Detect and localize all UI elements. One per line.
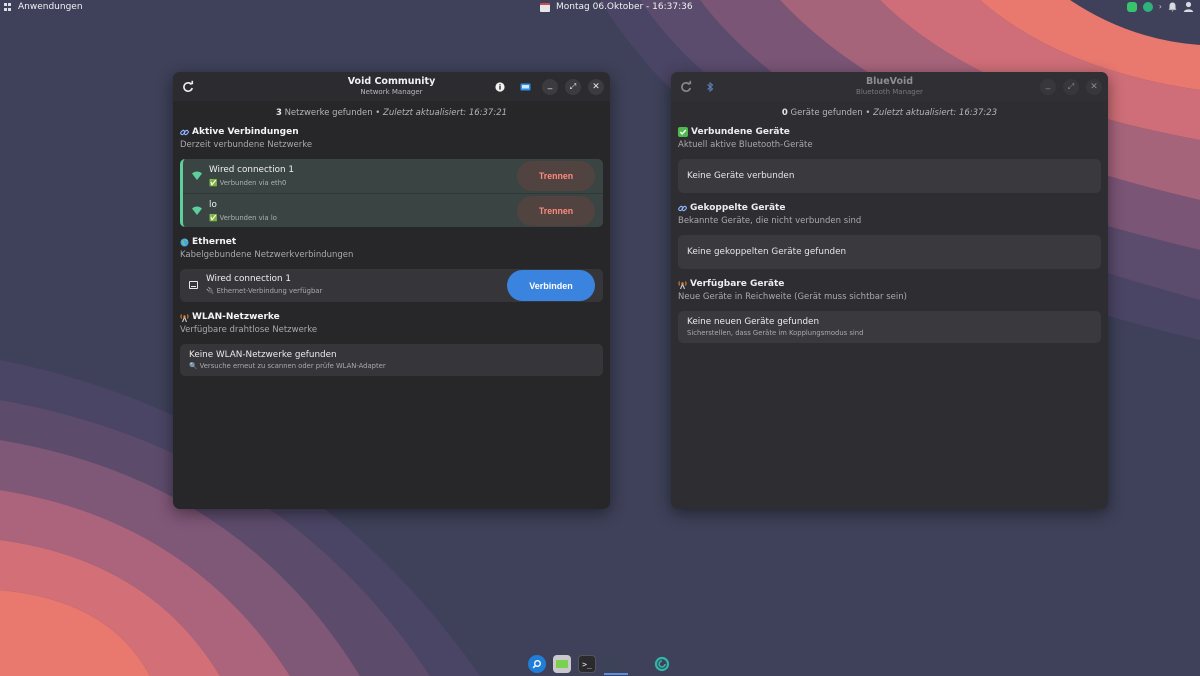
last-updated: Zuletzt aktualisiert: 16:37:21: [383, 108, 508, 118]
minimize-icon: _: [1045, 80, 1051, 90]
ethernet-port-icon: [189, 281, 198, 289]
minimize-button[interactable]: _: [542, 79, 558, 95]
available-devices-empty: Keine neuen Geräte gefunden Sicherstelle…: [678, 311, 1101, 343]
antenna-icon: [678, 280, 687, 289]
empty-dock-slot: [628, 655, 646, 673]
active-connections-heading: Aktive Verbindungen: [180, 126, 603, 138]
wifi-icon: [192, 206, 202, 215]
terminal-icon[interactable]: >_: [578, 655, 596, 673]
disconnect-button[interactable]: Trennen: [517, 196, 595, 226]
connected-devices-heading: Verbundene Geräte: [678, 126, 1101, 138]
ethernet-title: Ethernet: [192, 237, 237, 247]
info-icon[interactable]: [492, 79, 508, 95]
ethernet-list: Wired connection 1 🔌 Ethernet-Verbindung…: [180, 269, 603, 302]
maximize-icon: ⤢: [1067, 82, 1075, 91]
update-tray-icon[interactable]: [1142, 1, 1153, 12]
active-connections-title: Aktive Verbindungen: [192, 127, 299, 137]
bluetooth-manager-window: BlueVoid Bluetooth Manager _ ⤢ ✕ 0 Gerät…: [671, 72, 1108, 509]
wifi-icon: [192, 171, 202, 180]
ethernet-detail: 🔌 Ethernet-Verbindung verfügbar: [206, 287, 323, 295]
search-app-icon[interactable]: [528, 655, 546, 673]
ethernet-row: Wired connection 1 🔌 Ethernet-Verbindung…: [180, 269, 603, 302]
active-connections-list: Wired connection 1 ✅ Verbunden via eth0 …: [180, 159, 603, 227]
applications-menu-label: Anwendungen: [18, 2, 83, 12]
bluetooth-status-line: 0 Geräte gefunden • Zuletzt aktualisiert…: [678, 108, 1101, 120]
calendar-icon: [540, 2, 550, 12]
connected-devices-subtitle: Aktuell aktive Bluetooth-Geräte: [678, 140, 813, 150]
wlan-subtitle: Verfügbare drahtlose Netzwerke: [180, 325, 318, 335]
void-app-icon[interactable]: [653, 655, 671, 673]
close-icon: ✕: [1090, 82, 1098, 92]
connection-detail: ✅ Verbunden via eth0: [209, 179, 287, 187]
disconnect-button[interactable]: Trennen: [517, 161, 595, 191]
clock[interactable]: Montag 06.Oktober - 16:37:36: [540, 2, 693, 12]
dock: >_: [528, 654, 671, 674]
paired-devices-empty: Keine gekoppelten Geräte gefunden: [678, 235, 1101, 269]
maximize-icon: ⤢: [569, 82, 577, 91]
connect-button[interactable]: Verbinden: [507, 270, 595, 301]
paired-devices-heading: Gekoppelte Geräte: [678, 202, 1101, 214]
bell-icon[interactable]: [1168, 2, 1177, 12]
antenna-icon: [180, 313, 189, 322]
device-count: 0: [781, 108, 788, 118]
network-status-line: 3 Netzwerke gefunden • Zuletzt aktualisi…: [180, 108, 603, 120]
available-empty-hint: Sicherstellen, dass Geräte im Kopplungsm…: [687, 329, 864, 337]
wlan-empty-message: Keine WLAN-Netzwerke gefunden: [189, 350, 337, 360]
chevron-right-icon[interactable]: ›: [1159, 2, 1162, 11]
active-connection-row: lo ✅ Verbunden via lo Trennen: [183, 193, 603, 227]
paired-devices-subtitle: Bekannte Geräte, die nicht verbunden sin…: [678, 216, 862, 226]
available-devices-heading: Verfügbare Geräte: [678, 278, 1101, 290]
last-updated: Zuletzt aktualisiert: 16:37:23: [873, 108, 998, 118]
user-icon[interactable]: [1183, 1, 1194, 12]
network-count: 3: [275, 108, 282, 118]
link-icon: [678, 205, 687, 211]
system-tray: ›: [1126, 1, 1194, 12]
wlan-empty-hint: 🔍 Versuche erneut zu scannen oder prüfe …: [189, 362, 386, 370]
connection-name: lo: [209, 200, 217, 210]
connection-detail: ✅ Verbunden via lo: [209, 214, 277, 222]
available-empty-message: Keine neuen Geräte gefunden: [687, 317, 820, 327]
clock-label: Montag 06.Oktober - 16:37:36: [556, 2, 693, 12]
ethernet-subtitle: Kabelgebundene Netzwerkverbindungen: [180, 250, 354, 260]
app-grid-icon: [4, 3, 12, 11]
ethernet-heading: Ethernet: [180, 236, 603, 248]
network-titlebar[interactable]: Void Community Network Manager _ ⤢ ✕: [173, 72, 610, 101]
maximize-button[interactable]: ⤢: [565, 79, 581, 95]
link-icon: [180, 129, 189, 135]
ethernet-name: Wired connection 1: [206, 274, 292, 284]
wlan-empty-state: Keine WLAN-Netzwerke gefunden 🔍 Versuche…: [180, 344, 603, 376]
check-icon: [678, 127, 688, 137]
close-button[interactable]: ✕: [588, 79, 604, 95]
network-tray-icon[interactable]: [1126, 1, 1137, 12]
minimize-button[interactable]: _: [1040, 79, 1056, 95]
applications-menu[interactable]: Anwendungen: [4, 2, 83, 12]
network-found-text: Netzwerke gefunden: [284, 108, 373, 118]
minimize-icon: _: [547, 80, 553, 90]
globe-icon: [180, 238, 189, 246]
status-separator: •: [865, 108, 871, 118]
wlan-heading: WLAN-Netzwerke: [180, 311, 603, 323]
close-icon: ✕: [592, 82, 600, 92]
network-status-icon[interactable]: [517, 79, 533, 95]
file-manager-icon[interactable]: [553, 655, 571, 673]
top-panel: Anwendungen Montag 06.Oktober - 16:37:36…: [0, 0, 1200, 14]
available-devices-subtitle: Neue Geräte in Reichweite (Gerät muss si…: [678, 292, 907, 302]
maximize-button[interactable]: ⤢: [1063, 79, 1079, 95]
active-connection-row: Wired connection 1 ✅ Verbunden via eth0 …: [183, 159, 603, 193]
device-found-text: Geräte gefunden: [790, 108, 863, 118]
connection-name: Wired connection 1: [209, 165, 295, 175]
network-manager-window: Void Community Network Manager _ ⤢ ✕ 3 N…: [173, 72, 610, 509]
connected-devices-empty: Keine Geräte verbunden: [678, 159, 1101, 193]
bluetooth-titlebar[interactable]: BlueVoid Bluetooth Manager _ ⤢ ✕: [671, 72, 1108, 101]
available-devices-title: Verfügbare Geräte: [690, 279, 785, 289]
paired-devices-title: Gekoppelte Geräte: [690, 203, 786, 213]
close-button[interactable]: ✕: [1086, 79, 1102, 95]
connected-devices-title: Verbundene Geräte: [691, 127, 790, 137]
active-app-indicator: [604, 673, 628, 675]
wlan-title: WLAN-Netzwerke: [192, 312, 280, 322]
status-separator: •: [375, 108, 381, 118]
active-connections-subtitle: Derzeit verbundene Netzwerke: [180, 140, 313, 150]
network-manager-app-icon[interactable]: [603, 655, 621, 673]
